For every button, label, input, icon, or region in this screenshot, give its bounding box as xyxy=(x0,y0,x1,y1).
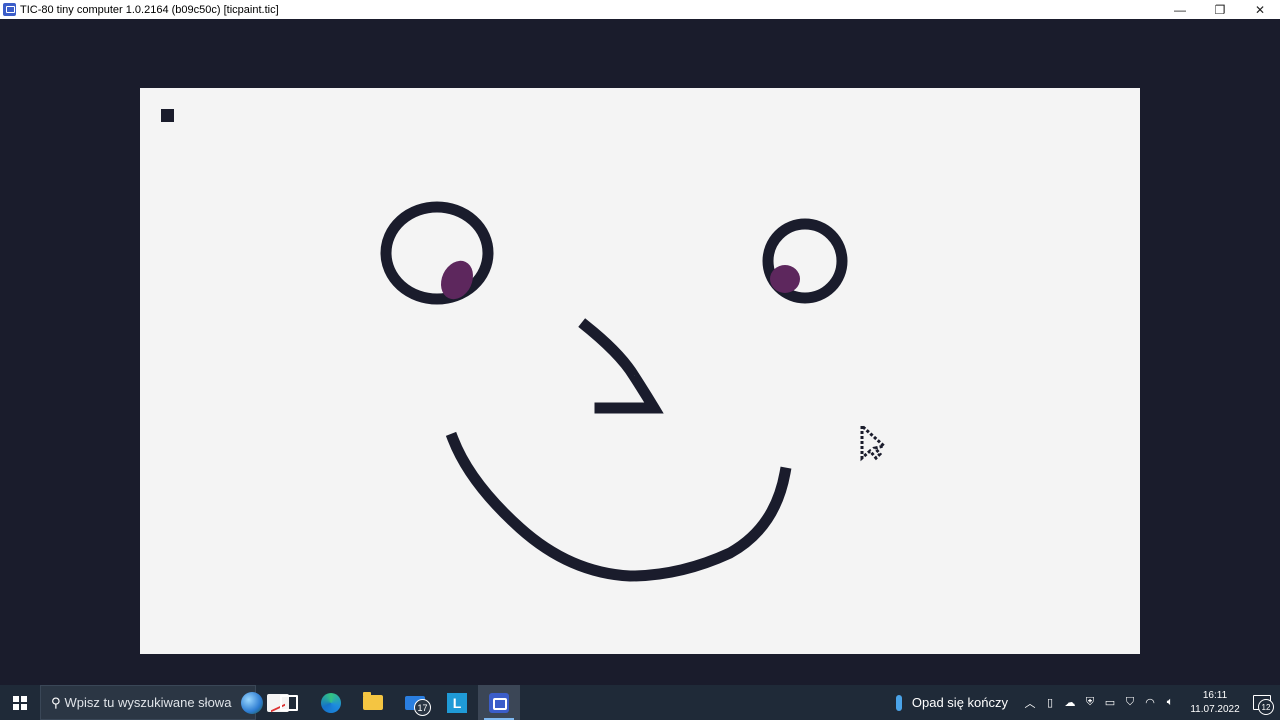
notification-badge: 12 xyxy=(1258,699,1274,715)
taskbar-apps: 17 L xyxy=(268,685,520,720)
tic80-icon xyxy=(489,692,509,713)
search-placeholder: Wpisz tu wyszukiwane słowa xyxy=(64,695,232,710)
meet-now-icon[interactable]: ▯ xyxy=(1040,685,1060,720)
defender-icon[interactable]: ⛉ xyxy=(1120,685,1140,720)
battery-icon[interactable]: ▭ xyxy=(1100,685,1120,720)
taskbar-clock[interactable]: 16:11 11.07.2022 xyxy=(1186,689,1244,717)
weather-text: Opad się kończy xyxy=(911,695,1008,710)
windows-logo-icon xyxy=(13,695,27,710)
umbrella-icon xyxy=(895,694,902,711)
notification-center-button[interactable]: 12 xyxy=(1244,685,1280,720)
search-icon: ⚲ xyxy=(51,694,61,710)
volume-icon[interactable]: 🔈︎ xyxy=(1160,685,1180,720)
edge-button[interactable] xyxy=(310,685,352,720)
weather-widget[interactable]: Opad się kończy xyxy=(895,694,1008,711)
l-app-icon: L xyxy=(447,692,467,713)
close-button[interactable]: ✕ xyxy=(1240,0,1280,19)
chevron-up-icon[interactable]: ︿ xyxy=(1020,685,1040,720)
system-tray: Opad się kończy ︿ ▯ ☁ ⛨ ▭ ⛉ ◠ 🔈︎ 16:11 1… xyxy=(895,685,1280,720)
mail-badge: 17 xyxy=(414,699,431,716)
start-button[interactable] xyxy=(0,685,40,720)
taskbar-search-box[interactable]: ⚲ Wpisz tu wyszukiwane słowa xyxy=(40,685,290,720)
selected-color-swatch[interactable] xyxy=(161,109,174,122)
folder-icon xyxy=(363,692,383,710)
windows-taskbar: ⚲ Wpisz tu wyszukiwane słowa 17 L Opad s… xyxy=(0,685,1280,720)
clock-time: 16:11 xyxy=(1202,689,1228,701)
window-controls: — ❐ ✕ xyxy=(1160,0,1280,19)
security-icon[interactable]: ⛨ xyxy=(1080,685,1100,720)
mail-button[interactable]: 17 xyxy=(394,685,436,720)
globe-icon xyxy=(241,691,264,714)
tic80-taskbar-button[interactable] xyxy=(478,685,520,720)
game-viewport[interactable] xyxy=(0,19,1280,685)
paint-canvas-svg[interactable] xyxy=(140,88,1140,654)
minimize-button[interactable]: — xyxy=(1160,0,1200,19)
wifi-icon[interactable]: ◠ xyxy=(1140,685,1160,720)
paint-canvas[interactable] xyxy=(140,88,1140,654)
window-title: TIC-80 tiny computer 1.0.2164 (b09c50c) … xyxy=(20,3,279,16)
window-titlebar: TIC-80 tiny computer 1.0.2164 (b09c50c) … xyxy=(0,0,1280,19)
clock-date: 11.07.2022 xyxy=(1190,703,1240,715)
task-view-button[interactable] xyxy=(268,685,310,720)
l-app-button[interactable]: L xyxy=(436,685,478,720)
task-view-icon xyxy=(280,694,298,711)
right-pupil xyxy=(770,265,800,293)
file-explorer-button[interactable] xyxy=(352,685,394,720)
tic80-app-icon xyxy=(3,3,16,16)
canvas-background[interactable] xyxy=(140,88,1140,654)
restore-button[interactable]: ❐ xyxy=(1200,0,1240,19)
edge-icon xyxy=(321,692,341,713)
onedrive-icon[interactable]: ☁ xyxy=(1060,685,1080,720)
